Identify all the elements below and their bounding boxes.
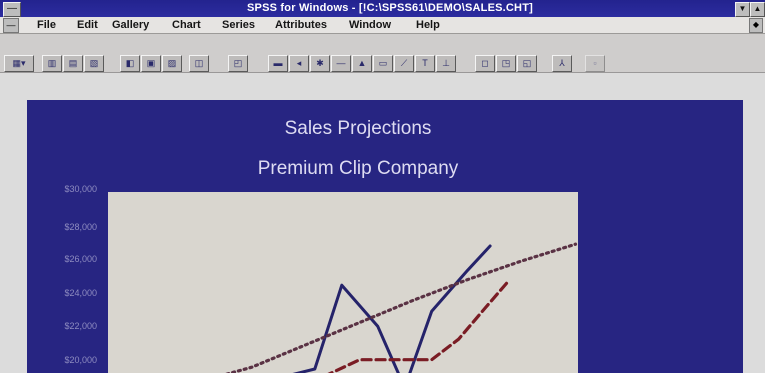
series-line-2[interactable]	[198, 242, 578, 373]
chart-lines	[198, 242, 578, 373]
series-line-0[interactable]	[270, 244, 492, 373]
